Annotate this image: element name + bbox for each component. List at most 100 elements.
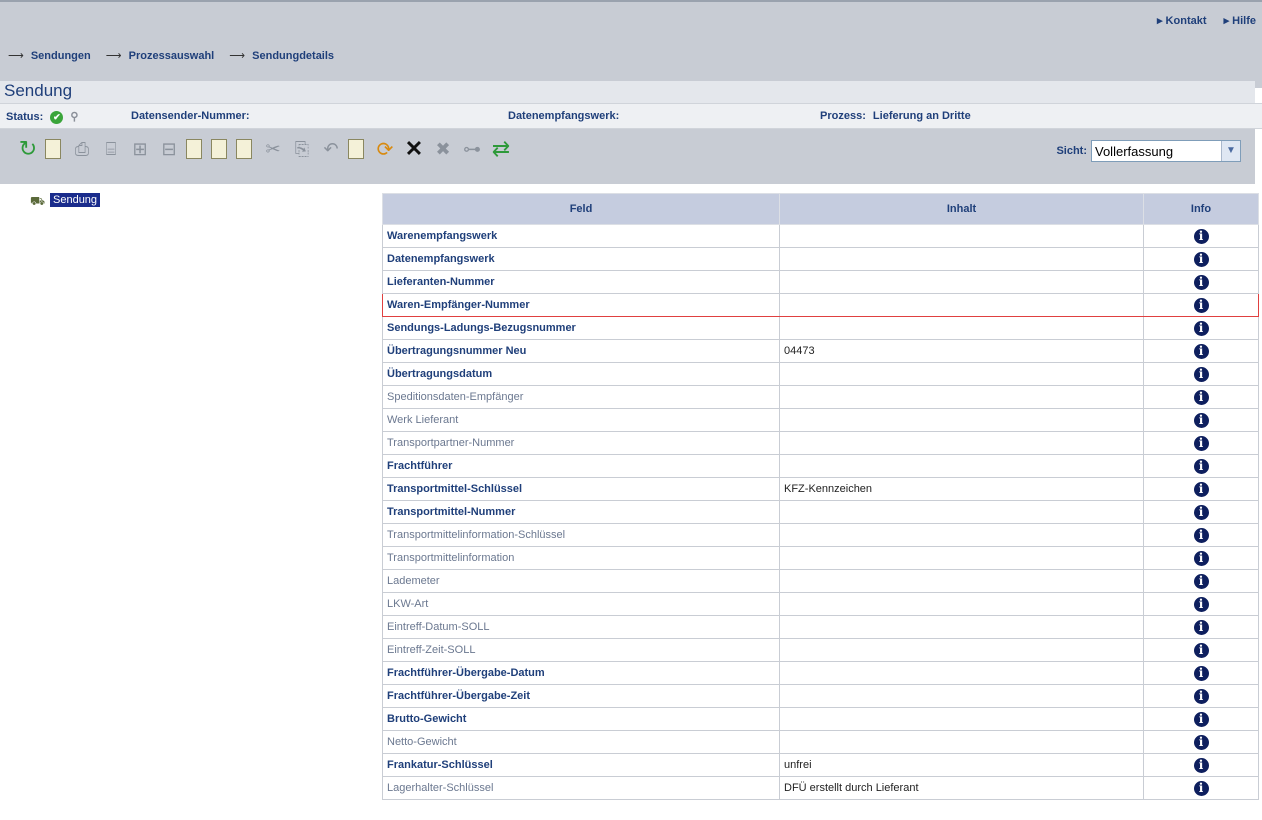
field-label: Frachtführer-Übergabe-Datum [382, 661, 780, 685]
chevron-down-icon[interactable]: ▼ [1221, 141, 1240, 161]
print-icon[interactable]: ⎙ [70, 137, 94, 161]
info-cell: i [1143, 224, 1259, 248]
paste-document-icon[interactable] [236, 139, 252, 159]
table-row: Transportmittel-Nummer i [382, 500, 1259, 524]
breadcrumb-prozessauswahl[interactable]: Prozessauswahl [129, 50, 215, 62]
printer-stack-icon[interactable]: ⌸ [99, 137, 123, 161]
document-icon[interactable] [186, 139, 202, 159]
table-row: Frachtführer-Übergabe-Datum i [382, 661, 1259, 685]
remove-row-icon[interactable]: ⊟ [157, 137, 181, 161]
field-value[interactable] [779, 385, 1144, 409]
info-icon[interactable]: i [1193, 596, 1209, 612]
help-link[interactable]: ▸ Hilfe [1224, 15, 1256, 27]
undo-icon[interactable]: ↶ [319, 137, 343, 161]
field-value[interactable] [779, 546, 1144, 570]
field-value[interactable] [779, 224, 1144, 248]
magnifier-icon[interactable]: ⚲ [70, 111, 78, 123]
info-icon[interactable]: i [1193, 435, 1209, 451]
breadcrumb: ⟶ Sendungen ⟶ Prozessauswahl ⟶ Sendungde… [8, 49, 346, 62]
field-value[interactable] [779, 270, 1144, 294]
field-value[interactable] [779, 316, 1144, 340]
field-value[interactable] [779, 293, 1144, 317]
refresh-icon[interactable]: ↻ [16, 136, 40, 161]
info-icon[interactable]: i [1193, 458, 1209, 474]
new-document-icon[interactable] [45, 139, 61, 159]
info-icon[interactable]: i [1193, 320, 1209, 336]
info-icon[interactable]: i [1193, 504, 1209, 520]
field-value[interactable] [779, 730, 1144, 754]
field-value[interactable] [779, 408, 1144, 432]
breadcrumb-sendungdetails[interactable]: Sendungdetails [252, 50, 334, 62]
delete-icon[interactable]: ✕ [402, 136, 426, 161]
info-cell: i [1143, 569, 1259, 593]
info-icon[interactable]: i [1193, 688, 1209, 704]
info-icon[interactable]: i [1193, 527, 1209, 543]
field-value[interactable] [779, 707, 1144, 731]
field-value[interactable]: unfrei [779, 753, 1144, 777]
table-row: Netto-Gewicht i [382, 730, 1259, 754]
info-cell: i [1143, 638, 1259, 662]
field-value[interactable] [779, 615, 1144, 639]
field-value[interactable] [779, 500, 1144, 524]
field-value[interactable] [779, 523, 1144, 547]
info-icon[interactable]: i [1193, 550, 1209, 566]
info-icon[interactable]: i [1193, 274, 1209, 290]
info-icon[interactable]: i [1193, 366, 1209, 382]
table-row: Brutto-Gewicht i [382, 707, 1259, 731]
rotate-icon[interactable]: ⟳ [373, 137, 397, 161]
field-value[interactable]: KFZ-Kennzeichen [779, 477, 1144, 501]
info-cell: i [1143, 776, 1259, 800]
tree-item-label: Sendung [50, 193, 101, 207]
delete-all-icon[interactable]: ✖ [431, 137, 455, 161]
import-icon[interactable] [348, 139, 364, 159]
field-value[interactable] [779, 454, 1144, 478]
info-icon[interactable]: i [1193, 228, 1209, 244]
insert-row-icon[interactable]: ⊞ [128, 137, 152, 161]
info-icon[interactable]: i [1193, 734, 1209, 750]
info-cell: i [1143, 385, 1259, 409]
breadcrumb-sendungen[interactable]: Sendungen [31, 50, 91, 62]
table-row: Übertragungsdatum i [382, 362, 1259, 386]
table-row: Lademeter i [382, 569, 1259, 593]
field-value[interactable] [779, 569, 1144, 593]
info-icon[interactable]: i [1193, 251, 1209, 267]
info-icon[interactable]: i [1193, 412, 1209, 428]
detail-table: Feld Inhalt Info Warenempfangswerk i Daten… [382, 193, 1259, 800]
field-label: Brutto-Gewicht [382, 707, 780, 731]
field-value[interactable] [779, 247, 1144, 271]
view-select[interactable]: Vollerfassung ▼ [1091, 140, 1241, 162]
info-icon[interactable]: i [1193, 481, 1209, 497]
info-icon[interactable]: i [1193, 619, 1209, 635]
info-icon[interactable]: i [1193, 573, 1209, 589]
info-cell: i [1143, 615, 1259, 639]
copy-document-icon[interactable] [211, 139, 227, 159]
info-icon[interactable]: i [1193, 297, 1209, 313]
column-header-feld: Feld [382, 193, 780, 225]
transfer-icon[interactable]: ⇄ [489, 136, 513, 161]
info-icon[interactable]: i [1193, 665, 1209, 681]
info-icon[interactable]: i [1193, 780, 1209, 796]
field-value[interactable] [779, 431, 1144, 455]
status-bar: Status: ✔ ⚲ Datensender-Nummer: Datenemp… [0, 103, 1262, 129]
cut-icon[interactable]: ✂ [261, 137, 285, 161]
paste-icon[interactable]: ⎘ [290, 137, 314, 161]
table-row: Eintreff-Zeit-SOLL i [382, 638, 1259, 662]
field-value[interactable] [779, 362, 1144, 386]
field-value[interactable]: 04473 [779, 339, 1144, 363]
info-icon[interactable]: i [1193, 642, 1209, 658]
field-value[interactable] [779, 661, 1144, 685]
contact-link[interactable]: ▸ Kontakt [1157, 15, 1207, 27]
info-cell: i [1143, 730, 1259, 754]
field-value[interactable] [779, 592, 1144, 616]
info-icon[interactable]: i [1193, 711, 1209, 727]
field-value[interactable] [779, 638, 1144, 662]
info-icon[interactable]: i [1193, 343, 1209, 359]
field-label: Netto-Gewicht [382, 730, 780, 754]
info-icon[interactable]: i [1193, 389, 1209, 405]
network-icon[interactable]: ⊶ [460, 137, 484, 161]
info-icon[interactable]: i [1193, 757, 1209, 773]
field-value[interactable] [779, 684, 1144, 708]
info-cell: i [1143, 523, 1259, 547]
field-value[interactable]: DFÜ erstellt durch Lieferant [779, 776, 1144, 800]
tree-item-sendung[interactable]: ⛟ Sendung [30, 193, 101, 208]
